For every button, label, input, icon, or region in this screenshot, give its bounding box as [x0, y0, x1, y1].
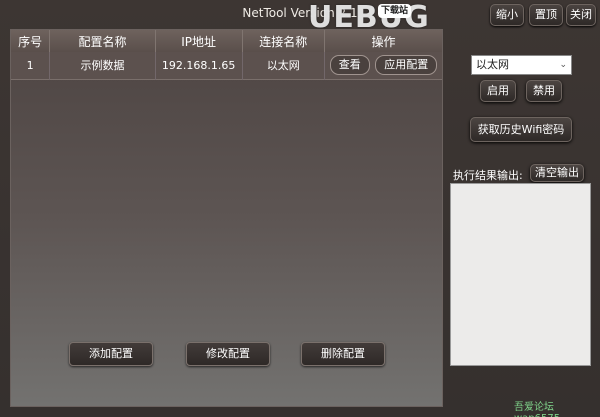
edit-config-button[interactable]: 修改配置 — [186, 342, 270, 366]
header-connection: 连接名称 — [242, 30, 326, 52]
watermark-tag: 下载站 — [378, 4, 412, 18]
cell-config-name: 示例数据 — [49, 52, 156, 79]
output-label: 执行结果输出: — [453, 169, 523, 182]
pin-top-button[interactable]: 置顶 — [529, 4, 563, 26]
wifi-history-button[interactable]: 获取历史Wifi密码 — [470, 117, 572, 142]
cell-connection: 以太网 — [242, 52, 326, 79]
output-textarea[interactable] — [450, 183, 591, 366]
delete-config-button[interactable]: 删除配置 — [301, 342, 385, 366]
adapter-select[interactable]: 以太网 ⌄ — [471, 55, 572, 75]
add-config-button[interactable]: 添加配置 — [69, 342, 153, 366]
adapter-select-value: 以太网 — [476, 58, 509, 71]
footer-watermark: 吾爱论坛wap6575 — [514, 402, 560, 417]
app-window: NetTool Version 2.1 UEBUG 下载站 缩小 置顶 关闭 序… — [0, 0, 600, 417]
header-index: 序号 — [11, 30, 51, 52]
apply-config-button[interactable]: 应用配置 — [375, 55, 438, 76]
cell-ip: 192.168.1.65 — [155, 52, 243, 79]
cell-actions: 查看 应用配置 — [325, 52, 442, 79]
disable-button[interactable]: 禁用 — [526, 80, 562, 102]
config-table: 序号 配置名称 IP地址 连接名称 操作 1 示例数据 192.168.1.65… — [11, 30, 442, 80]
clear-output-button[interactable]: 清空输出 — [530, 164, 584, 182]
enable-button[interactable]: 启用 — [480, 80, 516, 102]
header-actions: 操作 — [371, 34, 396, 49]
table-header-row: 序号 配置名称 IP地址 连接名称 操作 — [11, 30, 442, 52]
view-button[interactable]: 查看 — [329, 55, 370, 76]
cell-index: 1 — [11, 52, 51, 79]
chevron-down-icon: ⌄ — [559, 60, 567, 70]
close-button[interactable]: 关闭 — [566, 4, 596, 26]
header-ip: IP地址 — [155, 30, 243, 52]
minimize-button[interactable]: 缩小 — [490, 4, 524, 26]
header-config-name: 配置名称 — [49, 30, 156, 52]
table-row[interactable]: 1 示例数据 192.168.1.65 以太网 查看 应用配置 — [11, 52, 442, 79]
